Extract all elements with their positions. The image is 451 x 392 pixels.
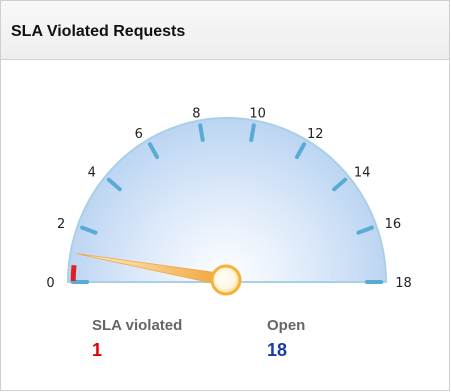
gauge-hub <box>210 264 242 296</box>
gauge-tick-label: 16 <box>385 217 402 232</box>
sla-violated-count: 1 <box>92 340 103 360</box>
gauge-tick-label: 14 <box>354 165 371 180</box>
gauge-tick-label: 12 <box>307 127 324 142</box>
gauge-tick-label: 8 <box>192 106 200 121</box>
open-label: Open <box>267 317 306 334</box>
gauge-tick <box>249 123 256 142</box>
gauge-tick-label: 18 <box>395 276 412 291</box>
gauge-tick-label: 0 <box>46 276 54 291</box>
gauge: 0 2 4 6 8 10 12 14 16 18 <box>46 106 412 296</box>
gauge-tick-label: 6 <box>135 127 143 142</box>
sla-violation-band <box>70 264 77 282</box>
gauge-tick-label: 4 <box>88 165 96 180</box>
gauge-tick-label: 2 <box>57 217 65 232</box>
sla-violated-label: SLA violated <box>92 317 183 334</box>
open-count: 18 <box>267 340 288 360</box>
gauge-tick-label: 10 <box>249 106 266 121</box>
gauge-face <box>66 117 388 283</box>
gauge-tick <box>198 123 205 142</box>
